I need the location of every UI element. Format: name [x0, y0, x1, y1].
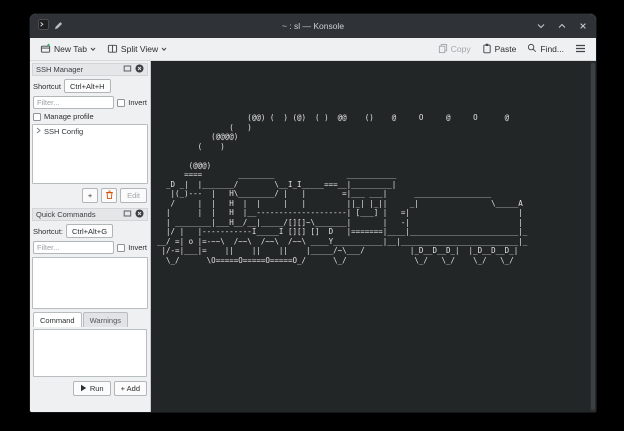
split-view-icon — [107, 43, 118, 56]
ssh-delete-button[interactable] — [101, 188, 117, 203]
run-label: Run — [90, 384, 104, 393]
paste-icon — [482, 43, 492, 56]
ssh-filter-row: Invert — [32, 96, 148, 109]
toolbar: New Tab Split View Copy — [30, 38, 596, 61]
desktop-background: ~ : sl — Konsole New Tab — [0, 0, 624, 431]
menu-button[interactable] — [571, 42, 590, 57]
qc-tabs: Command Warnings — [33, 312, 147, 327]
ssh-edit-button[interactable]: Edit — [120, 188, 147, 203]
main-content: SSH Manager Shortcut Ctrl+Alt+H — [30, 61, 596, 412]
quick-commands-panel: Quick Commands Shortcut: Ctrl+Alt+G — [32, 208, 148, 398]
chevron-down-icon — [90, 44, 96, 54]
manage-profile-label: Manage profile — [44, 112, 94, 121]
ssh-manager-panel: SSH Manager Shortcut Ctrl+Alt+H — [32, 63, 148, 205]
expander-icon[interactable] — [36, 127, 41, 136]
new-tab-label: New Tab — [54, 44, 87, 54]
float-panel-icon[interactable] — [123, 209, 132, 220]
find-label: Find... — [540, 44, 564, 54]
ssh-shortcut-button[interactable]: Ctrl+Alt+H — [64, 79, 111, 93]
qc-filter-row: Invert — [32, 241, 148, 254]
titlebar[interactable]: ~ : sl — Konsole — [30, 14, 596, 38]
qc-filter-input[interactable] — [33, 241, 114, 254]
qc-add-button[interactable]: + Add — [114, 381, 147, 396]
pencil-icon — [54, 17, 63, 35]
ssh-invert-label: Invert — [128, 98, 147, 107]
close-button[interactable] — [578, 21, 588, 31]
ssh-shortcut-row: Shortcut Ctrl+Alt+H — [32, 79, 148, 93]
split-view-label: Split View — [121, 44, 158, 54]
copy-label: Copy — [451, 44, 471, 54]
ssh-filter-input[interactable] — [33, 96, 114, 109]
paste-label: Paste — [495, 44, 517, 54]
terminal-scrollbar[interactable] — [590, 61, 596, 412]
qc-invert-checkbox[interactable] — [117, 244, 125, 252]
tab-warnings[interactable]: Warnings — [83, 312, 128, 327]
new-tab-button[interactable]: New Tab — [36, 41, 100, 58]
quick-commands-header[interactable]: Quick Commands — [32, 208, 148, 221]
qc-command-list[interactable] — [32, 257, 148, 309]
qc-shortcut-button[interactable]: Ctrl+Alt+G — [66, 224, 113, 238]
maximize-button[interactable] — [557, 21, 567, 31]
close-panel-icon[interactable] — [135, 209, 144, 220]
ssh-invert-checkbox[interactable] — [117, 99, 125, 107]
qc-shortcut-row: Shortcut: Ctrl+Alt+G — [32, 224, 148, 238]
ssh-manager-header[interactable]: SSH Manager — [32, 63, 148, 76]
quick-commands-title: Quick Commands — [36, 210, 120, 219]
hamburger-icon — [575, 44, 586, 55]
close-panel-icon[interactable] — [135, 64, 144, 75]
qc-buttons-row: Run + Add — [32, 380, 148, 398]
terminal-area[interactable]: (@@) ( ) (@) ( ) @@ () @ O @ O @ ( ) (@@… — [151, 61, 596, 412]
sidebar: SSH Manager Shortcut Ctrl+Alt+H — [30, 61, 151, 412]
konsole-window: ~ : sl — Konsole New Tab — [30, 14, 596, 412]
ssh-buttons-row: + Edit — [32, 187, 148, 205]
ssh-shortcut-label: Shortcut — [33, 82, 61, 91]
terminal-output[interactable]: (@@) ( ) (@) ( ) @@ () @ O @ O @ ( ) (@@… — [157, 113, 527, 265]
qc-invert-label: Invert — [128, 243, 147, 252]
run-button[interactable]: Run — [73, 381, 111, 396]
run-icon — [80, 384, 87, 394]
terminal-scrollbar-thumb[interactable] — [591, 63, 595, 410]
new-tab-icon — [40, 43, 51, 56]
konsole-app-icon — [38, 17, 49, 35]
qc-command-editor[interactable] — [33, 329, 147, 377]
ssh-manager-title: SSH Manager — [36, 65, 120, 74]
chevron-down-icon — [161, 44, 167, 54]
ssh-config-tree[interactable]: SSH Config — [32, 124, 148, 184]
ssh-add-button[interactable]: + — [82, 188, 98, 203]
split-view-button[interactable]: Split View — [103, 41, 171, 58]
tab-command[interactable]: Command — [33, 312, 82, 327]
manage-profile-checkbox[interactable] — [33, 113, 41, 121]
manage-profile-row: Manage profile — [32, 112, 148, 121]
minimize-button[interactable] — [536, 21, 546, 31]
copy-button[interactable]: Copy — [434, 41, 475, 58]
paste-button[interactable]: Paste — [478, 41, 521, 58]
search-icon — [527, 43, 537, 55]
trash-icon — [105, 190, 114, 202]
find-button[interactable]: Find... — [523, 41, 568, 57]
tree-item-ssh-config[interactable]: SSH Config — [36, 127, 144, 136]
window-title: ~ : sl — Konsole — [30, 21, 596, 31]
float-panel-icon[interactable] — [123, 64, 132, 75]
qc-shortcut-label: Shortcut: — [33, 227, 63, 236]
tree-item-label: SSH Config — [44, 127, 83, 136]
copy-icon — [438, 43, 448, 56]
